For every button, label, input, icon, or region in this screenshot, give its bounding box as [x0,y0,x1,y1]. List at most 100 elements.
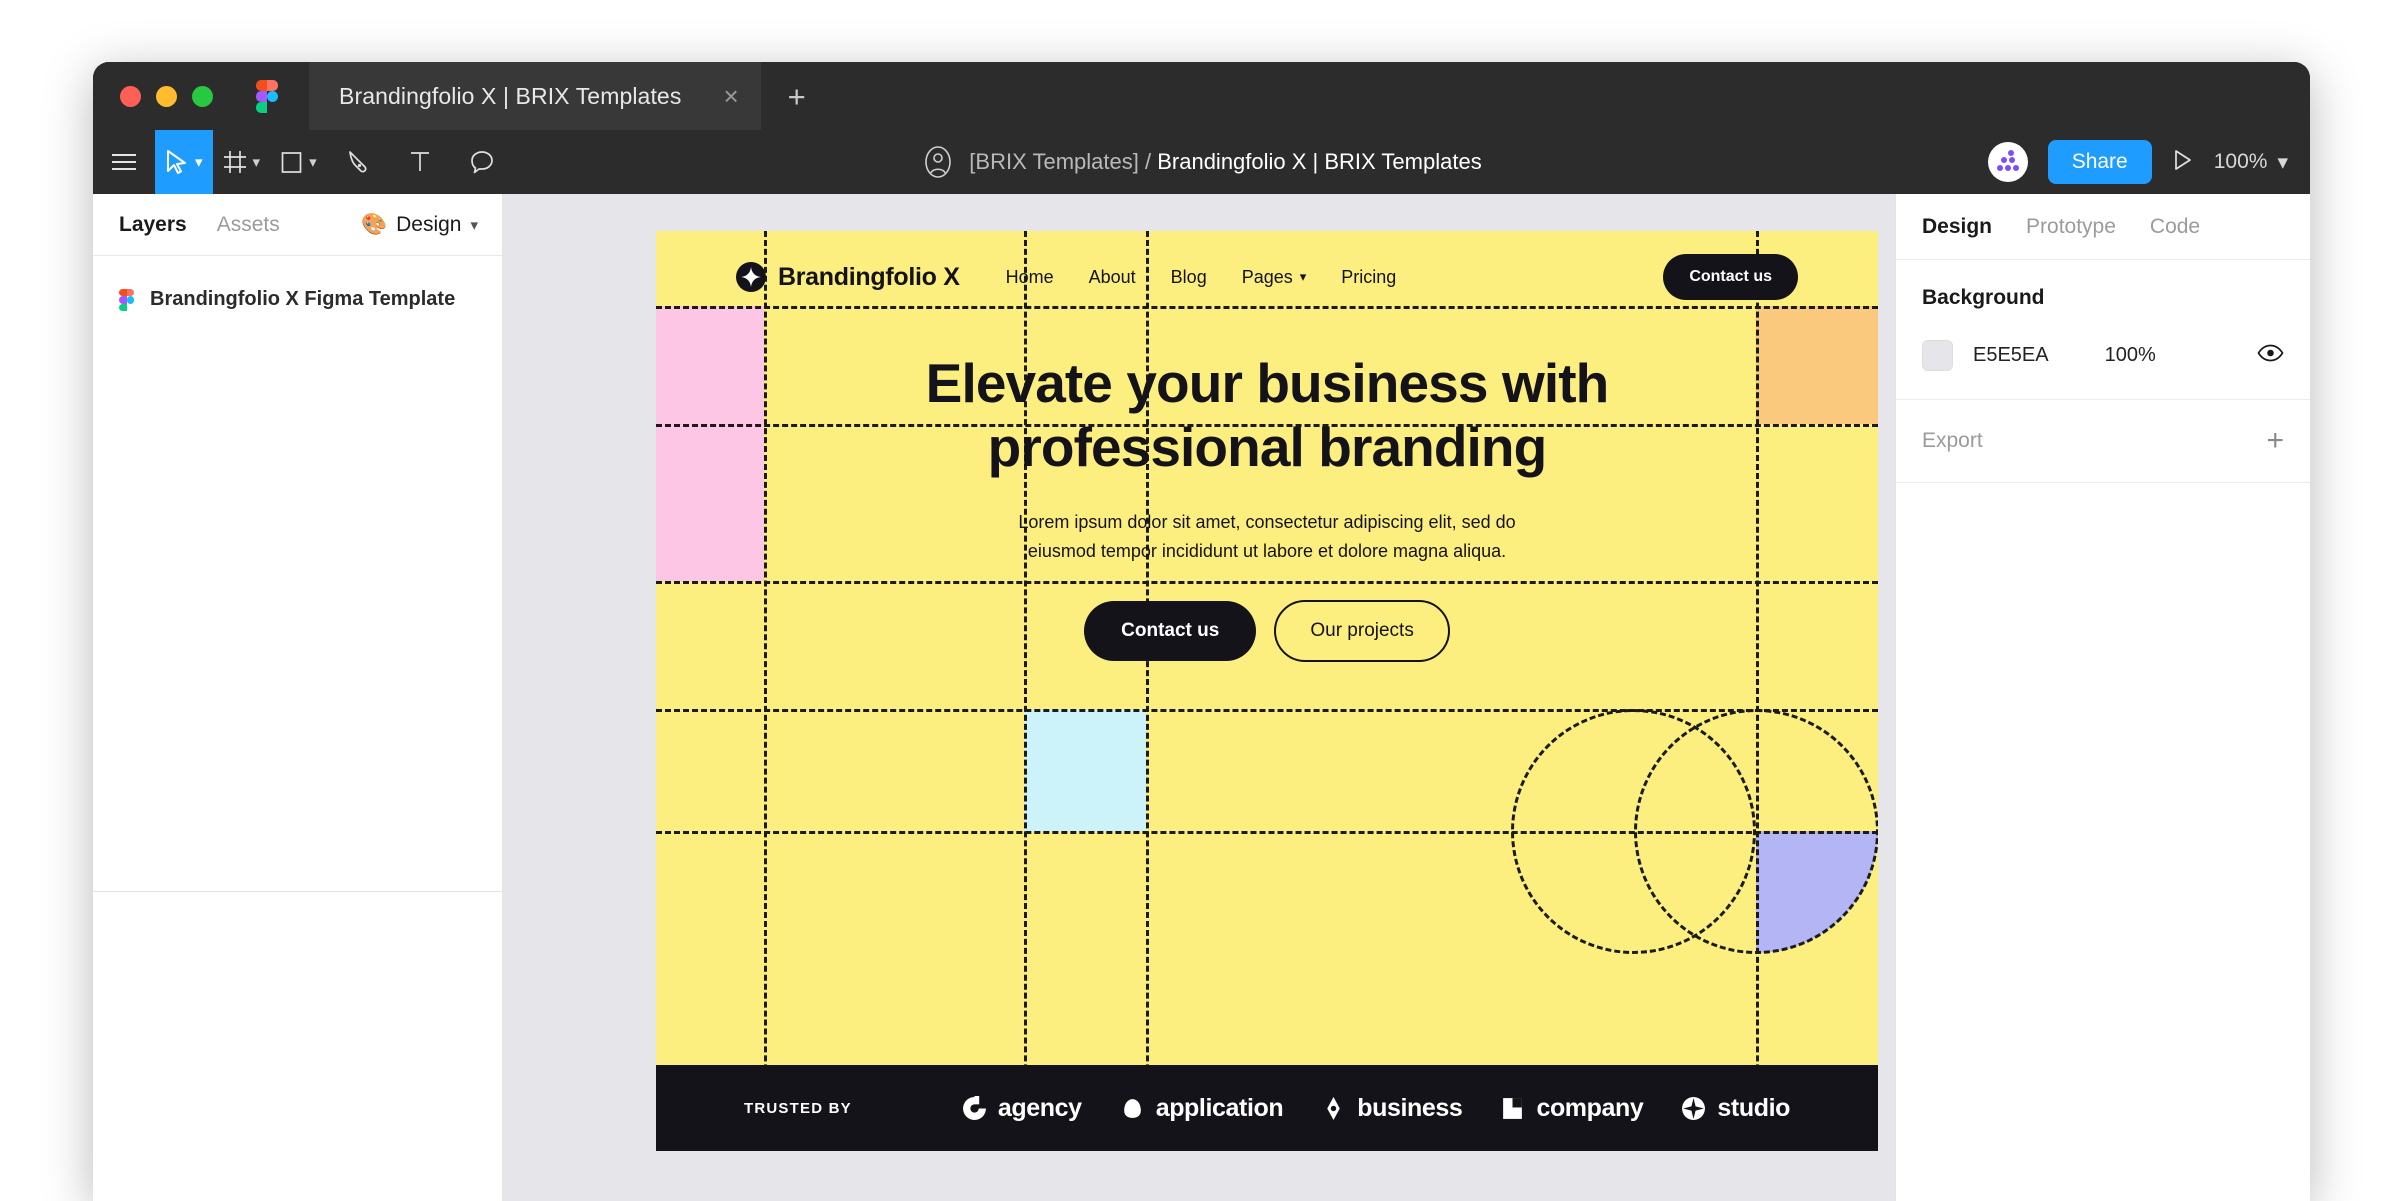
visibility-toggle[interactable] [2257,344,2284,367]
move-tool-button[interactable]: ▾ [155,130,213,194]
screen-root: Brandingfolio X | BRIX Templates × + ▾ ▾… [0,0,2401,1201]
left-sidebar: Layers Assets 🎨 Design ▾ Brandingfolio X… [93,194,503,1201]
avatar[interactable] [1987,142,2028,182]
export-section: Export + [1896,400,2310,483]
user-avatar-icon [925,146,952,178]
comment-tool-button[interactable] [451,130,513,194]
left-sidebar-tabs: Layers Assets 🎨 Design ▾ [93,194,502,256]
canvas[interactable]: Brandingfolio X Home About Blog Pages ▾ … [503,194,1895,1201]
nav-item-home[interactable]: Home [1006,267,1054,288]
guide-line-horizontal [656,831,1878,834]
hero-projects-button[interactable]: Our projects [1274,600,1450,662]
toolbar-right-group: Share 100% ▾ [1987,130,2288,194]
company-logo-icon [1503,1097,1523,1119]
browser-tab[interactable]: Brandingfolio X | BRIX Templates × [309,62,761,130]
chevron-down-icon: ▾ [195,154,203,171]
figma-toolbar: ▾ ▾ ▾ [BRIX Templates] / Brandingfolio X… [93,130,2310,194]
maximize-window-button[interactable] [192,85,213,107]
section-title-background: Background [1922,286,2045,309]
move-tool-icon [167,150,186,174]
window-controls [120,85,213,107]
palette-icon: 🎨 [360,212,388,236]
left-sidebar-footer [93,891,502,1201]
client-logo-business: business [1321,1093,1463,1123]
minimize-window-button[interactable] [156,85,177,107]
nav-label: Pricing [1341,266,1397,287]
brand-name: Brandingfolio X [778,262,960,291]
chevron-down-icon: ▾ [252,154,261,171]
light-blue-square [1024,709,1146,831]
shape-tool-button[interactable]: ▾ [270,130,327,194]
section-title-export: Export [1922,429,1983,452]
trusted-by-band: TRUSTED BY agency application business c… [656,1065,1878,1151]
client-logo-label: studio [1717,1093,1790,1122]
agency-logo-icon [962,1095,986,1120]
hero-paragraph: Lorem ipsum dolor sit amet, consectetur … [1018,511,1516,561]
site-logo[interactable]: Brandingfolio X [736,262,960,292]
pen-tool-button[interactable] [327,130,389,194]
tab-title: Brandingfolio X | BRIX Templates [339,82,682,109]
figma-file-icon [119,288,134,311]
figma-app-window: Brandingfolio X | BRIX Templates × + ▾ ▾… [93,62,2310,1201]
hero-contact-button[interactable]: Contact us [1084,601,1257,661]
menu-icon [112,154,136,170]
layer-name: Brandingfolio X Figma Template [150,288,456,310]
list-item[interactable]: Brandingfolio X Figma Template [93,278,502,321]
nav-item-about[interactable]: About [1089,267,1136,288]
frame-tool-icon [223,151,246,173]
nav-label: Pages [1241,266,1293,287]
client-logo-label: business [1357,1093,1463,1122]
background-section: Background E5E5EA 100% [1896,260,2310,400]
tab-assets[interactable]: Assets [217,213,280,237]
window-titlebar: Brandingfolio X | BRIX Templates × + [93,62,2310,130]
hero-section: Elevate your business with professional … [656,351,1878,662]
page-title: Elevate your business with professional … [925,352,1610,479]
nav-item-pages[interactable]: Pages ▾ [1242,267,1307,288]
site-header: Brandingfolio X Home About Blog Pages ▾ … [656,231,1878,323]
right-sidebar: Design Prototype Code Background E5E5EA … [1895,194,2310,1201]
tab-prototype[interactable]: Prototype [2026,215,2116,239]
client-logo-agency: agency [962,1094,1082,1123]
new-tab-button[interactable]: + [788,81,806,112]
figma-logo-icon [256,80,278,113]
nav-item-blog[interactable]: Blog [1171,267,1207,288]
purple-quarter-circle [1756,831,1878,953]
text-tool-icon [410,152,429,171]
guide-circle [1511,709,1756,954]
nav-item-pricing[interactable]: Pricing [1341,267,1396,288]
header-contact-button[interactable]: Contact us [1663,254,1798,300]
design-frame[interactable]: Brandingfolio X Home About Blog Pages ▾ … [656,231,1878,1151]
pen-tool-icon [348,151,367,173]
share-button[interactable]: Share [2047,140,2152,184]
trusted-by-label: TRUSTED BY [744,1099,852,1117]
tab-code[interactable]: Code [2150,215,2200,239]
present-button[interactable] [2172,148,2194,177]
client-logo-company: company [1500,1093,1644,1123]
site-nav: Home About Blog Pages ▾ Pricing [1006,267,1397,288]
chevron-down-icon: ▾ [1299,269,1307,284]
client-logo-label: company [1536,1093,1644,1122]
play-icon [2174,149,2191,170]
background-opacity-value[interactable]: 100% [2105,344,2156,367]
client-logo-label: agency [997,1093,1082,1122]
add-export-button[interactable]: + [2266,426,2284,456]
color-swatch[interactable] [1922,340,1953,371]
menu-button[interactable] [93,130,155,194]
text-tool-button[interactable] [389,130,451,194]
client-logo-label: application [1155,1093,1284,1122]
hero-cta-group: Contact us Our projects [1084,600,1450,662]
design-mode-dropdown[interactable]: 🎨 Design ▾ [361,213,478,237]
nav-label: Blog [1170,266,1207,287]
chevron-down-icon: ▾ [470,216,478,234]
tab-design[interactable]: Design [1922,215,1992,239]
close-icon[interactable]: × [723,83,738,109]
frame-tool-button[interactable]: ▾ [213,130,271,194]
tab-layers[interactable]: Layers [119,213,187,237]
star-logo-icon [736,262,766,292]
nav-label: Home [1005,266,1054,287]
zoom-control[interactable]: 100% ▾ [2214,150,2288,175]
business-logo-icon [1327,1096,1340,1120]
close-window-button[interactable] [120,85,141,107]
background-hex-value[interactable]: E5E5EA [1973,344,2049,367]
breadcrumb-file: Brandingfolio X | BRIX Templates [1157,149,1482,174]
